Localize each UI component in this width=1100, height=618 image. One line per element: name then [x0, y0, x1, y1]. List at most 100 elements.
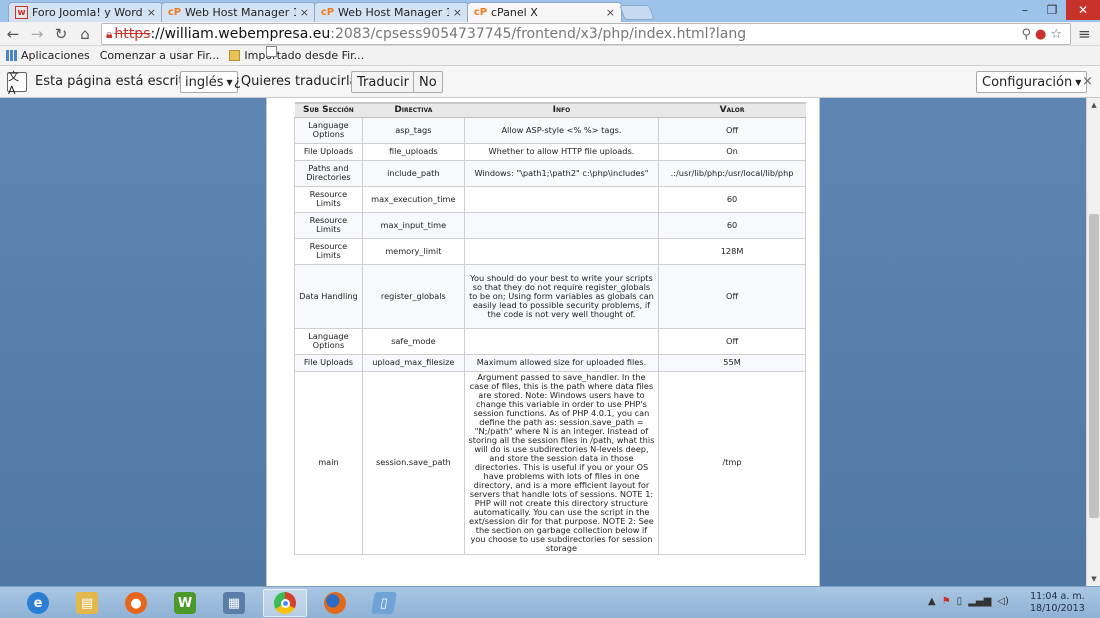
- cell-directive: memory_limit: [361, 237, 465, 265]
- cell-directive: max_execution_time: [361, 185, 465, 213]
- close-icon[interactable]: ×: [606, 6, 615, 19]
- bookmarks-bar: Aplicaciones Comenzar a usar Fir... Impo…: [0, 46, 1100, 66]
- hamburger-menu-icon[interactable]: ≡: [1078, 25, 1091, 43]
- extension-icon[interactable]: ●: [1035, 27, 1046, 42]
- volume-icon[interactable]: ◁): [997, 596, 1009, 607]
- table-row: Paths and Directories include_path Windo…: [294, 159, 806, 187]
- cell-section: Data Handling: [294, 263, 363, 329]
- scroll-thumb[interactable]: [1089, 214, 1099, 518]
- no-button[interactable]: No: [413, 71, 443, 93]
- header-value: Valor: [658, 102, 806, 118]
- taskbar-app-firefox[interactable]: [313, 589, 357, 617]
- cell-directive: max_input_time: [361, 211, 465, 239]
- cell-value: .:/usr/lib/php:/usr/local/lib/php: [658, 159, 806, 187]
- table-row: Language Options asp_tags Allow ASP-styl…: [294, 116, 806, 144]
- home-icon[interactable]: ⌂: [76, 24, 94, 44]
- tab-cpanel[interactable]: cP cPanel X ×: [467, 2, 622, 22]
- signal-icon[interactable]: ▂▄▆: [968, 596, 991, 607]
- cell-info: Maximum allowed size for uploaded files.: [463, 353, 660, 372]
- cell-directive: safe_mode: [361, 327, 465, 355]
- reload-icon[interactable]: ↻: [52, 24, 70, 44]
- cell-directive: session.save_path: [361, 370, 465, 555]
- cell-info: Allow ASP-style <% %> tags.: [463, 116, 660, 144]
- cell-section: main: [294, 370, 363, 555]
- media-player-icon: ●: [125, 592, 147, 614]
- clock-date: 18/10/2013: [1030, 603, 1085, 614]
- word-icon: W: [174, 592, 196, 614]
- taskbar-app-notepad[interactable]: ▯: [362, 589, 406, 617]
- forward-arrow-icon[interactable]: →: [28, 24, 46, 44]
- taskbar-app-chrome[interactable]: [263, 589, 307, 617]
- back-arrow-icon[interactable]: ←: [4, 24, 22, 44]
- insecure-lock-icon[interactable]: 🔒︎: [106, 27, 112, 42]
- cell-section: Resource Limits: [294, 185, 363, 213]
- translate-settings-button[interactable]: Configuración ▼: [976, 71, 1088, 93]
- cell-directive: register_globals: [361, 263, 465, 329]
- close-icon[interactable]: ×: [300, 6, 309, 19]
- table-row: Resource Limits memory_limit 128M: [294, 237, 806, 265]
- clock-time: 11:04 a. m.: [1030, 591, 1085, 602]
- tab-label: cPanel X: [491, 6, 538, 19]
- search-icon[interactable]: ⚲: [1021, 27, 1031, 42]
- table-row: Resource Limits max_execution_time 60: [294, 185, 806, 213]
- scroll-down-arrow-icon[interactable]: ▼: [1087, 572, 1100, 586]
- close-icon[interactable]: ×: [453, 6, 462, 19]
- cell-info: Argument passed to save_handler. In the …: [463, 370, 660, 555]
- browser-toolbar: ← → ↻ ⌂ 🔒︎ https ://william.webempresa.e…: [0, 22, 1100, 46]
- cell-info: You should do your best to write your sc…: [463, 263, 660, 329]
- battery-icon[interactable]: ▯: [957, 596, 963, 607]
- table-row: Resource Limits max_input_time 60: [294, 211, 806, 239]
- maximize-button[interactable]: ❐: [1039, 0, 1065, 20]
- new-tab-button[interactable]: [619, 5, 655, 20]
- chrome-icon: [274, 592, 296, 614]
- table-row: File Uploads upload_max_filesize Maximum…: [294, 353, 806, 372]
- header-info: Info: [464, 102, 659, 118]
- cell-value: Off: [658, 116, 806, 144]
- content-panel: Sub Sección Directiva Info Valor Languag…: [266, 98, 820, 586]
- cell-info: [463, 327, 660, 355]
- bookmark-importado[interactable]: Importado desde Fir...: [229, 49, 364, 62]
- close-icon[interactable]: ×: [147, 6, 156, 19]
- tray-expand-icon[interactable]: ▲: [928, 596, 936, 607]
- system-clock[interactable]: 11:04 a. m. 18/10/2013: [1030, 591, 1085, 615]
- url-path: :2083/cpsess9054737745/frontend/x3/php/i…: [330, 26, 747, 42]
- taskbar-app-network[interactable]: ▦: [212, 589, 256, 617]
- vertical-scrollbar[interactable]: ▲ ▼: [1086, 98, 1100, 586]
- internet-explorer-icon: e: [27, 592, 49, 614]
- cell-value: 55M: [658, 353, 806, 372]
- scroll-up-arrow-icon[interactable]: ▲: [1087, 98, 1100, 112]
- close-window-button[interactable]: ✕: [1066, 0, 1100, 20]
- header-directive: Directiva: [362, 102, 465, 118]
- cell-section: Language Options: [294, 327, 363, 355]
- table-row: File Uploads file_uploads Whether to all…: [294, 142, 806, 161]
- cell-info: Whether to allow HTTP file uploads.: [463, 142, 660, 161]
- bookmark-label: Importado desde Fir...: [244, 49, 365, 62]
- translate-button[interactable]: Traducir: [351, 71, 415, 93]
- taskbar-app-word[interactable]: W: [163, 589, 207, 617]
- tab-foro-joomla[interactable]: w Foro Joomla! y WordPress ×: [8, 2, 163, 22]
- language-select[interactable]: inglés ▼: [180, 71, 238, 93]
- bookmark-aplicaciones[interactable]: Aplicaciones: [6, 49, 90, 62]
- translate-icon: 文A: [7, 70, 27, 97]
- page-icon: [266, 46, 277, 57]
- cell-section: Resource Limits: [294, 237, 363, 265]
- minimize-button[interactable]: –: [1012, 0, 1038, 20]
- tab-web-host-manager-2[interactable]: cP Web Host Manager 11.38. ×: [314, 2, 469, 22]
- bookmark-comenzar[interactable]: Comenzar a usar Fir...: [100, 46, 277, 62]
- cell-value: On: [658, 142, 806, 161]
- system-tray: ▲ ⚑ ▯ ▂▄▆ ◁): [928, 596, 1009, 607]
- close-icon[interactable]: ×: [1082, 74, 1093, 89]
- action-center-icon[interactable]: ⚑: [942, 596, 951, 607]
- cell-info: [463, 211, 660, 239]
- star-icon[interactable]: ☆: [1050, 27, 1062, 42]
- tab-web-host-manager-1[interactable]: cP Web Host Manager 11.38. ×: [161, 2, 316, 22]
- taskbar-app-media[interactable]: ●: [114, 589, 158, 617]
- taskbar-app-ie[interactable]: e: [16, 589, 60, 617]
- taskbar-app-explorer[interactable]: ▤: [65, 589, 109, 617]
- table-row: main session.save_path Argument passed t…: [294, 370, 806, 555]
- notepad-icon: ▯: [371, 592, 397, 614]
- address-bar[interactable]: 🔒︎ https ://william.webempresa.eu :2083/…: [101, 23, 1071, 45]
- network-icon: ▦: [223, 592, 245, 614]
- table-row: Language Options safe_mode Off: [294, 327, 806, 355]
- tab-label: Foro Joomla! y WordPress: [32, 6, 143, 19]
